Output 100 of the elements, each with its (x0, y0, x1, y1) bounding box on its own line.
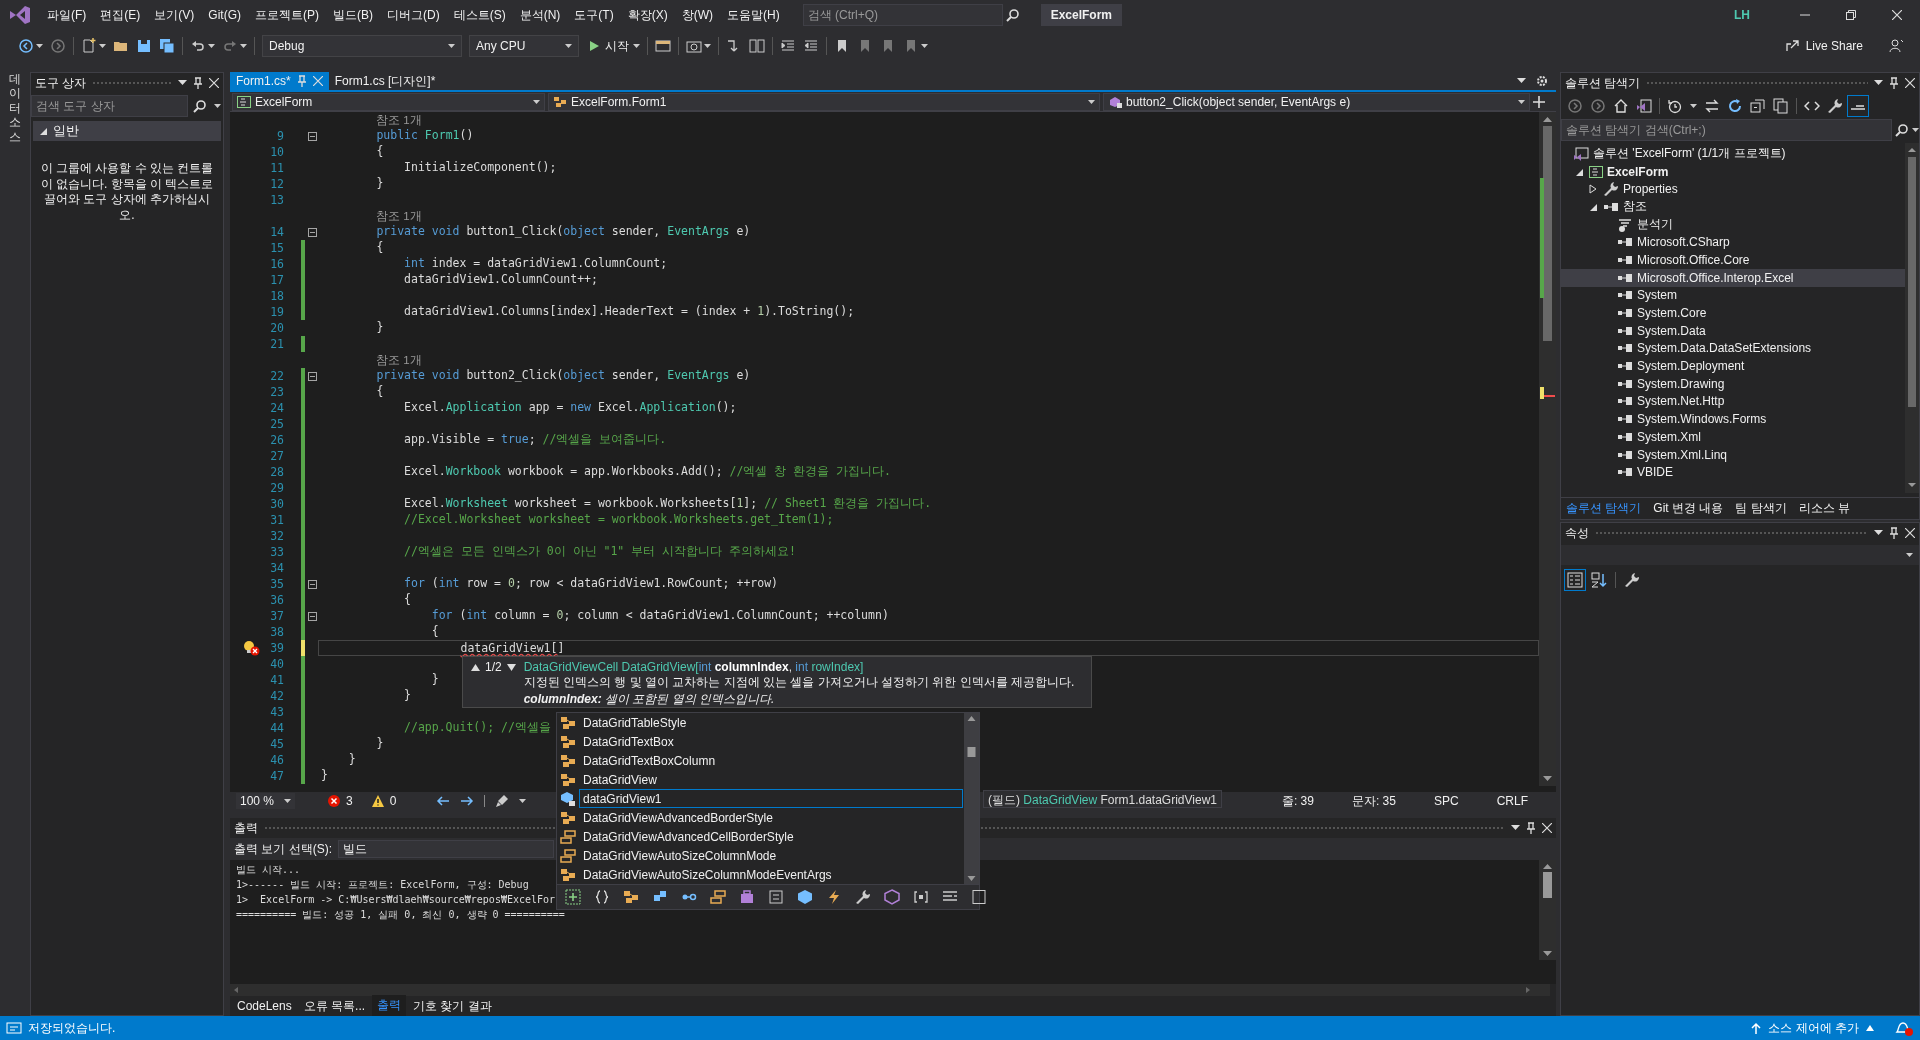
platform-dropdown[interactable]: Any CPU (469, 35, 579, 57)
menu-item[interactable]: 테스트(S) (446, 6, 513, 24)
menu-item[interactable]: 분석(N) (512, 6, 568, 24)
search-field[interactable]: 솔루션 탐색기 검색(Ctrl+;) (1561, 119, 1892, 141)
collapse-icon[interactable] (308, 371, 317, 381)
forward-icon[interactable] (1590, 98, 1606, 114)
panel-tab[interactable]: 팀 탐색기 (1730, 497, 1792, 520)
camera-icon[interactable] (686, 38, 702, 54)
sync-icon[interactable] (1704, 98, 1720, 114)
pin-icon[interactable] (1526, 822, 1536, 834)
caret-icon[interactable] (99, 44, 106, 48)
completion-item[interactable]: DataGridTextBox (579, 732, 963, 751)
square-icon[interactable] (971, 889, 987, 905)
cube-icon[interactable] (884, 889, 900, 905)
tree-item[interactable]: Microsoft.CSharp (1561, 233, 1905, 252)
panel-tab[interactable]: 솔루션 탐색기 (1561, 497, 1647, 520)
menu-item[interactable]: 도움말(H) (720, 6, 787, 24)
user-initials[interactable]: LH (1734, 8, 1750, 22)
reference-count-link[interactable]: 참조 1개 (373, 208, 422, 224)
search-icon[interactable] (1895, 123, 1909, 137)
completion-item[interactable]: DataGridViewAdvancedCellBorderStyle (579, 827, 963, 846)
dropdown-icon[interactable] (178, 80, 187, 86)
menu-item[interactable]: 도구(T) (567, 6, 621, 24)
caret-icon[interactable] (1912, 128, 1919, 132)
warning-icon[interactable] (370, 794, 385, 808)
save-icon[interactable] (136, 38, 152, 54)
source-control-button[interactable]: 소스 제어에 추가 (1768, 1019, 1859, 1037)
expand-icon[interactable] (565, 889, 581, 905)
collapsed-icon[interactable] (1589, 184, 1597, 195)
expanded-icon[interactable] (39, 127, 47, 135)
group-header[interactable]: 일반 (33, 121, 221, 141)
save-all-icon[interactable] (159, 38, 175, 54)
caret-icon[interactable] (1690, 104, 1697, 108)
wrench-icon[interactable] (1827, 98, 1843, 114)
braces-icon[interactable] (594, 889, 610, 905)
expanded-icon[interactable] (1589, 202, 1597, 211)
caret-icon[interactable] (519, 799, 527, 803)
whitespace-indicator[interactable]: SPC (1433, 794, 1459, 808)
down-arrow-icon[interactable] (506, 663, 516, 671)
class-icon[interactable] (623, 889, 639, 905)
close-icon[interactable] (1905, 78, 1915, 88)
search-icon[interactable] (193, 99, 207, 113)
home-icon[interactable] (1613, 98, 1629, 114)
menu-item[interactable]: 파일(F) (40, 6, 94, 24)
configuration-dropdown[interactable]: Debug (262, 35, 462, 57)
caret-icon[interactable] (214, 104, 221, 108)
close-icon[interactable] (1542, 823, 1552, 833)
tree-item[interactable]: System.Data.DataSetExtensions (1561, 339, 1905, 358)
editor-tab[interactable]: Form1.cs [디자인]* (328, 72, 442, 90)
dropdown-icon[interactable] (1511, 825, 1520, 831)
menu-item[interactable]: 빌드(B) (326, 6, 380, 24)
dropdown-icon[interactable] (1874, 530, 1883, 536)
side-tab[interactable]: 데이터 소스 (7, 72, 23, 144)
collapse-icon[interactable] (308, 611, 317, 621)
tree-item[interactable]: System.Core (1561, 304, 1905, 322)
enum-icon[interactable] (710, 889, 726, 905)
wrench-icon[interactable] (1624, 572, 1640, 588)
caret-icon[interactable] (704, 44, 711, 48)
caret-icon[interactable] (1866, 1025, 1874, 1031)
back-arrow-icon[interactable] (436, 795, 451, 807)
reference-count-link[interactable]: 참조 1개 (373, 112, 422, 128)
tree-item[interactable]: System.Deployment (1561, 357, 1905, 375)
live-share-button[interactable]: Live Share (1777, 37, 1869, 55)
tree-item[interactable]: System.Drawing (1561, 374, 1905, 393)
completion-item[interactable]: dataGridView1 (579, 789, 963, 808)
close-icon[interactable] (1905, 528, 1915, 538)
tree-item[interactable]: 참조 (1561, 198, 1905, 216)
menu-item[interactable]: 보기(V) (147, 6, 202, 24)
error-icon[interactable] (327, 794, 342, 808)
panel-tab[interactable]: 오류 목록... (298, 995, 371, 1017)
indent-icon[interactable] (780, 38, 796, 54)
cube-icon[interactable] (797, 889, 813, 905)
collapse-all-icon[interactable] (1750, 98, 1766, 114)
menu-item[interactable]: Git(G) (201, 8, 248, 22)
pin-icon[interactable] (1889, 527, 1899, 539)
reference-count-link[interactable]: 참조 1개 (373, 352, 422, 368)
tree-item[interactable]: System.Xml (1561, 428, 1905, 446)
tree-item[interactable]: System.Net.Http (1561, 392, 1905, 411)
panel-tab[interactable]: CodeLens (232, 997, 297, 1015)
tree-item[interactable]: 솔루션 'ExcelForm' (1/1개 프로젝트) (1561, 145, 1905, 163)
expanded-icon[interactable] (1575, 167, 1583, 176)
line-ending-indicator[interactable]: CRLF (1496, 794, 1528, 808)
panel-tab[interactable]: Git 변경 내용 (1648, 497, 1729, 520)
notification-icon[interactable] (1894, 1019, 1914, 1037)
caret-icon[interactable] (633, 44, 640, 48)
copy-icon[interactable] (1773, 98, 1789, 114)
outdent-icon[interactable] (803, 38, 819, 54)
completion-item[interactable]: DataGridViewAutoSizeColumnModeEventArgs (579, 865, 963, 884)
history-icon[interactable] (1667, 98, 1683, 114)
search-field[interactable]: 검색 (Ctrl+Q) (802, 4, 1003, 26)
tree-item[interactable]: ExcelForm (1561, 162, 1905, 181)
caret-icon[interactable] (36, 44, 43, 48)
caret-icon[interactable] (921, 44, 928, 48)
warning-count[interactable]: 0 (389, 794, 397, 808)
panel-tab[interactable]: 리소스 뷰 (1793, 497, 1856, 520)
tree-item[interactable]: Properties (1561, 180, 1905, 199)
horizontal-scrollbar[interactable] (230, 984, 1550, 996)
menu-item[interactable]: 프로젝트(P) (248, 6, 326, 24)
tree-item[interactable]: Microsoft.Office.Core (1561, 251, 1905, 269)
search-icon[interactable] (1005, 8, 1020, 22)
